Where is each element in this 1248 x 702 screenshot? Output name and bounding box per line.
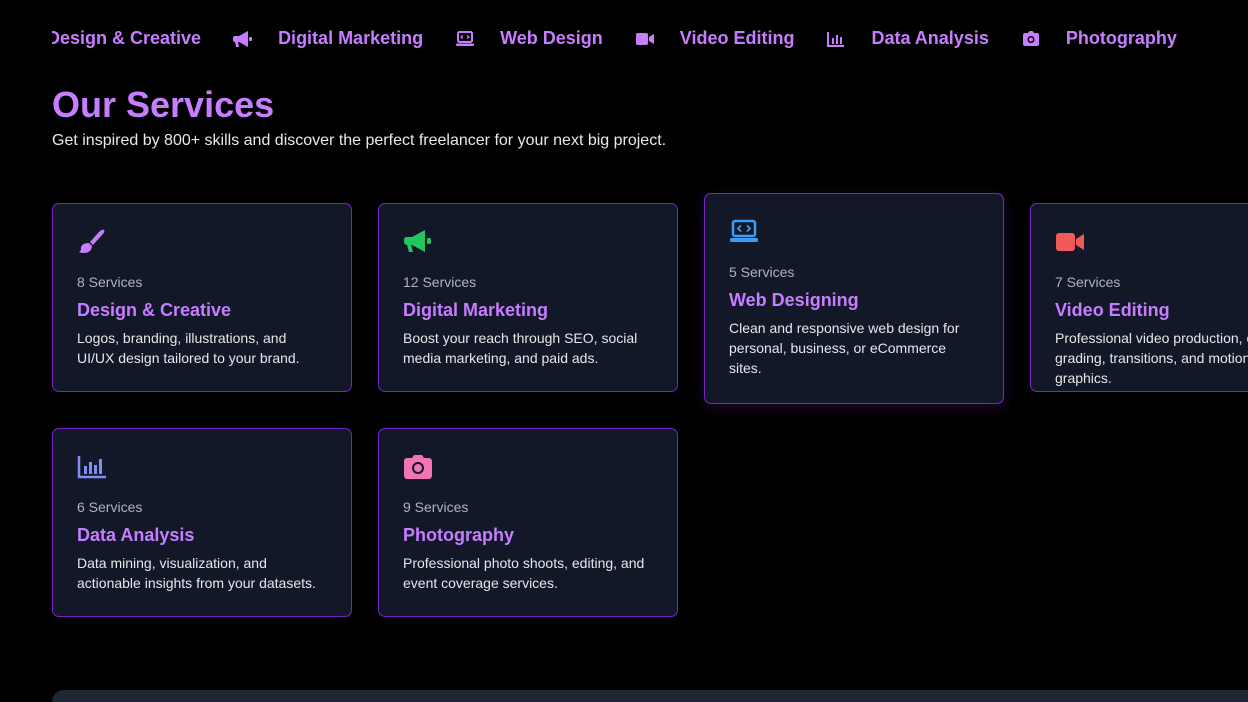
marquee-label: Web Design <box>500 28 603 48</box>
service-title: Digital Marketing <box>403 300 549 320</box>
service-count: 7 Services <box>1055 274 1121 290</box>
service-card-design-creative[interactable]: 8 Services Design & Creative Logos, bran… <box>52 203 352 392</box>
marquee-label: Design & Creative <box>52 28 202 48</box>
video-camera-icon <box>1055 226 1087 258</box>
service-description: Professional video production, color gra… <box>1055 330 1248 386</box>
service-card-digital-marketing[interactable]: 12 Services Digital Marketing Boost your… <box>378 203 678 392</box>
service-description: Data mining, visualization, and actionab… <box>77 555 316 591</box>
bar-chart-icon <box>826 29 846 49</box>
camera-icon <box>403 451 435 483</box>
marquee-label: Digital Marketing <box>278 28 424 48</box>
camera-icon <box>1021 29 1041 49</box>
marquee-item-digital-marketing[interactable]: Digital Marketing <box>233 28 455 49</box>
service-description: Logos, branding, illustrations, and UI/U… <box>77 330 300 366</box>
service-count: 8 Services <box>77 274 143 290</box>
service-card-web-designing[interactable]: 5 Services Web Designing Clean and respo… <box>704 193 1004 404</box>
service-title: Photography <box>403 525 514 545</box>
service-description: Boost your reach through SEO, social med… <box>403 330 638 366</box>
section-title: Our Services <box>52 84 275 125</box>
service-card-video-editing[interactable]: 7 Services Video Editing Professional vi… <box>1030 203 1248 392</box>
service-title: Data Analysis <box>77 525 195 545</box>
marquee-label: Photography <box>1065 28 1177 48</box>
service-description: Clean and responsive web design for pers… <box>729 320 960 376</box>
service-card-photography[interactable]: 9 Services Photography Professional phot… <box>378 428 678 617</box>
marquee-item-design-creative[interactable]: Design & Creative <box>52 28 233 49</box>
megaphone-icon <box>233 29 253 49</box>
service-title: Video Editing <box>1055 300 1170 320</box>
category-marquee: Design & Creative Digital Marketing Web … <box>52 0 1248 78</box>
megaphone-icon <box>403 226 435 258</box>
section-subtitle: Get inspired by 800+ skills and discover… <box>52 132 667 149</box>
service-card-data-analysis[interactable]: 6 Services Data Analysis Data mining, vi… <box>52 428 352 617</box>
bar-chart-icon <box>77 451 109 483</box>
marquee-item-data-analysis[interactable]: Data Analysis <box>826 28 1020 49</box>
video-camera-icon <box>635 29 655 49</box>
service-count: 12 Services <box>403 274 477 290</box>
marquee-item-video-editing[interactable]: Video Editing <box>635 28 827 49</box>
marquee-label: Data Analysis <box>871 28 989 48</box>
marquee-item-web-design[interactable]: Web Design <box>455 28 635 49</box>
services-page: Design & Creative Digital Marketing Web … <box>0 0 1248 702</box>
service-description: Professional photo shoots, editing, and … <box>403 555 645 591</box>
paintbrush-icon <box>77 226 109 258</box>
service-title: Design & Creative <box>77 300 232 320</box>
service-title: Web Designing <box>729 290 859 310</box>
marquee-label: Video Editing <box>679 28 795 48</box>
laptop-code-icon <box>729 216 761 248</box>
marquee-item-photography[interactable]: Photography <box>1021 28 1209 49</box>
service-count: 9 Services <box>403 499 469 515</box>
next-section-panel <box>52 690 1248 702</box>
marquee-track: Design & Creative Digital Marketing Web … <box>52 28 1209 49</box>
service-count: 6 Services <box>77 499 143 515</box>
laptop-code-icon <box>455 29 475 49</box>
service-count: 5 Services <box>729 264 795 280</box>
